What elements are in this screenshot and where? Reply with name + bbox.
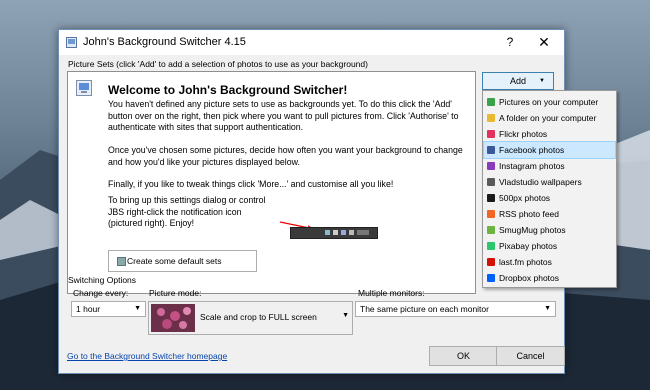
menu-item-label: last.fm photos [499, 257, 552, 267]
menu-item-label: RSS photo feed [499, 209, 560, 219]
ok-button[interactable]: OK [429, 346, 498, 366]
source-icon [487, 194, 495, 202]
window-title: John's Background Switcher 4.15 [83, 36, 246, 48]
add-button[interactable]: Add ▼ [482, 72, 554, 90]
multiple-monitors-label: Multiple monitors: [358, 288, 425, 298]
menu-item-facebook-photos[interactable]: Facebook photos [483, 141, 616, 159]
source-icon [487, 114, 495, 122]
menu-item-a-folder-on-your-computer[interactable]: A folder on your computer [484, 110, 615, 126]
menu-item-pixabay-photos[interactable]: Pixabay photos [484, 238, 615, 254]
chevron-down-icon: ▼ [544, 305, 551, 312]
picture-mode-preview-image [151, 304, 195, 332]
choose-paragraph: Once you've chosen some pictures, decide… [108, 145, 463, 167]
source-icon [487, 258, 495, 266]
tweak-paragraph: Finally, if you like to tweak things cli… [108, 179, 394, 189]
menu-item-label: 500px photos [499, 193, 551, 203]
close-button[interactable]: ✕ [529, 34, 559, 50]
menu-item-label: Pixabay photos [499, 241, 558, 251]
change-every-value: 1 hour [76, 304, 101, 314]
menu-item-label: SmugMug photos [499, 225, 566, 235]
switching-options-label: Switching Options [68, 275, 137, 285]
chevron-down-icon: ▼ [134, 305, 141, 312]
cancel-button[interactable]: Cancel [496, 346, 565, 366]
app-icon [66, 37, 77, 48]
source-icon [487, 242, 495, 250]
menu-item-label: Flickr photos [499, 129, 548, 139]
source-icon [487, 210, 495, 218]
menu-item-smugmug-photos[interactable]: SmugMug photos [484, 222, 615, 238]
menu-item-label: Vladstudio wallpapers [499, 177, 582, 187]
chevron-down-icon: ▼ [539, 78, 545, 84]
source-icon [487, 162, 495, 170]
source-icon [487, 274, 495, 282]
source-icon [487, 146, 495, 154]
welcome-title: Welcome to John's Background Switcher! [108, 83, 348, 97]
change-every-label: Change every: [73, 288, 129, 298]
menu-item-label: A folder on your computer [499, 113, 597, 123]
multiple-monitors-value: The same picture on each monitor [360, 304, 489, 314]
source-icon [487, 226, 495, 234]
picture-sets-panel: Welcome to John's Background Switcher! Y… [67, 71, 476, 294]
picture-mode-value: Scale and crop to FULL screen [200, 312, 317, 322]
menu-item-label: Facebook photos [499, 145, 565, 155]
background-switcher-icon [76, 80, 92, 96]
multiple-monitors-select[interactable]: The same picture on each monitor ▼ [355, 301, 556, 317]
menu-item-last-fm-photos[interactable]: last.fm photos [484, 254, 615, 270]
menu-item-instagram-photos[interactable]: Instagram photos [484, 158, 615, 174]
homepage-link[interactable]: Go to the Background Switcher homepage [67, 351, 227, 361]
create-default-sets-label: Create some default sets [127, 256, 222, 266]
notification-tray-image [290, 227, 378, 239]
menu-item-500px-photos[interactable]: 500px photos [484, 190, 615, 206]
source-icon [487, 98, 495, 106]
source-icon [487, 178, 495, 186]
menu-item-flickr-photos[interactable]: Flickr photos [484, 126, 615, 142]
menu-item-dropbox-photos[interactable]: Dropbox photos [484, 270, 615, 286]
menu-item-pictures-on-your-computer[interactable]: Pictures on your computer [484, 94, 615, 110]
menu-item-label: Dropbox photos [499, 273, 560, 283]
chevron-down-icon: ▼ [342, 312, 349, 319]
add-button-label: Add [509, 76, 526, 86]
menu-item-rss-photo-feed[interactable]: RSS photo feed [484, 206, 615, 222]
menu-item-label: Instagram photos [499, 161, 565, 171]
menu-item-label: Pictures on your computer [499, 97, 599, 107]
change-every-select[interactable]: 1 hour ▼ [71, 301, 146, 317]
settings-hint-paragraph: To bring up this settings dialog or cont… [108, 195, 266, 228]
sets-icon [117, 257, 126, 266]
add-source-menu: Pictures on your computer A folder on you… [482, 90, 617, 288]
source-icon [487, 130, 495, 138]
picture-sets-label: Picture Sets (click 'Add' to add a selec… [68, 59, 368, 69]
picture-mode-label: Picture mode: [149, 288, 202, 298]
help-button[interactable]: ? [495, 34, 525, 50]
intro-paragraph: You haven't defined any picture sets to … [108, 99, 459, 132]
title-bar[interactable]: John's Background Switcher 4.15 ? ✕ [59, 30, 564, 55]
picture-mode-select[interactable]: Scale and crop to FULL screen ▼ [148, 301, 353, 335]
menu-item-vladstudio-wallpapers[interactable]: Vladstudio wallpapers [484, 174, 615, 190]
create-default-sets-button[interactable]: Create some default sets [108, 250, 257, 272]
